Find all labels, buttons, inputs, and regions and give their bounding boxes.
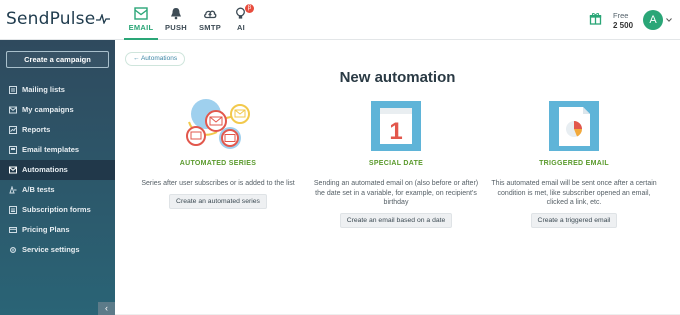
plan-count: 2 500 <box>613 21 634 30</box>
card-title: TRIGGERED EMAIL <box>539 160 609 167</box>
pulse-icon <box>96 14 111 24</box>
automated-series-card: AUTOMATED SERIES Series after user subsc… <box>135 98 301 209</box>
chevron-down-icon[interactable] <box>666 18 672 22</box>
sidebar-item-mailing-lists[interactable]: Mailing lists <box>0 80 115 100</box>
tab-smtp-label: SMTP <box>198 23 222 32</box>
card-description: Sending an automated email on (also befo… <box>313 180 479 206</box>
brand-name: SendPulse <box>6 9 96 29</box>
sidebar-item-label: Mailing lists <box>22 85 65 94</box>
plan-label: Free <box>613 11 629 20</box>
mailing-lists-icon <box>9 86 17 94</box>
sendpulse-logo[interactable]: SendPulse <box>6 9 111 29</box>
sidebar: Create a campaign Mailing lists My campa… <box>0 40 115 315</box>
sidebar-item-label: Service settings <box>22 245 80 254</box>
tab-push-label: PUSH <box>164 23 188 32</box>
tab-push[interactable]: PUSH <box>161 0 191 40</box>
tab-ai-label: AI <box>236 23 246 32</box>
main-content: ← Automations New automation AUTOMATED S… <box>115 40 680 315</box>
sidebar-item-automations[interactable]: Automations <box>0 160 115 180</box>
sidebar-item-service-settings[interactable]: Service settings <box>0 240 115 260</box>
sidebar-item-ab-tests[interactable]: A/B tests <box>0 180 115 200</box>
card-description: Series after user subscribes or is added… <box>141 180 295 187</box>
card-description: This automated email will be sent once a… <box>491 180 657 206</box>
triggered-email-illustration <box>549 101 599 151</box>
avatar[interactable]: A <box>643 10 663 30</box>
gift-icon[interactable] <box>589 12 602 25</box>
sidebar-item-label: Email templates <box>22 145 80 154</box>
top-header: SendPulse EMAIL PUSH SMTP β AI Free 2 50… <box>0 0 680 40</box>
bell-icon <box>171 8 181 20</box>
automated-series-illustration <box>186 99 250 149</box>
automations-icon <box>9 166 17 174</box>
tab-smtp[interactable]: SMTP <box>195 0 225 40</box>
campaigns-icon <box>9 106 17 114</box>
sidebar-item-my-campaigns[interactable]: My campaigns <box>0 100 115 120</box>
tab-ai[interactable]: β AI <box>228 0 254 40</box>
templates-icon <box>9 146 17 154</box>
settings-icon <box>9 246 17 254</box>
sidebar-item-subscription-forms[interactable]: Subscription forms <box>0 200 115 220</box>
reports-icon <box>9 126 17 134</box>
sidebar-item-reports[interactable]: Reports <box>0 120 115 140</box>
card-title: AUTOMATED SERIES <box>179 160 257 167</box>
sidebar-item-label: A/B tests <box>22 185 55 194</box>
create-triggered-email-button[interactable]: Create a triggered email <box>530 212 618 228</box>
sidebar-item-email-templates[interactable]: Email templates <box>0 140 115 160</box>
cloud-icon <box>204 10 217 19</box>
pricing-icon <box>9 227 17 233</box>
sidebar-item-label: Automations <box>22 165 68 174</box>
email-icon <box>134 7 148 20</box>
plan-info[interactable]: Free 2 500 <box>613 11 633 31</box>
back-to-automations-link[interactable]: ← Automations <box>125 52 186 66</box>
ab-tests-icon <box>9 186 17 194</box>
sidebar-collapse-button[interactable]: ‹ <box>98 302 115 315</box>
special-date-card: 1 SPECIAL DATE Sending an automated emai… <box>313 98 479 228</box>
triggered-email-card: TRIGGERED EMAIL This automated email wil… <box>491 98 657 228</box>
sidebar-item-label: Subscription forms <box>22 205 91 214</box>
card-title: SPECIAL DATE <box>368 160 424 167</box>
calendar-illustration: 1 <box>371 101 421 151</box>
calendar-day-number: 1 <box>389 118 402 145</box>
create-campaign-button[interactable]: Create a campaign <box>6 51 109 68</box>
page-title: New automation <box>339 69 456 86</box>
sidebar-item-label: Pricing Plans <box>22 225 70 234</box>
create-automated-series-button[interactable]: Create an automated series <box>169 193 267 209</box>
ai-beta-badge: β <box>245 4 254 13</box>
forms-icon <box>9 206 17 214</box>
sidebar-item-pricing-plans[interactable]: Pricing Plans <box>0 220 115 240</box>
sidebar-item-label: My campaigns <box>22 105 74 114</box>
sidebar-item-label: Reports <box>22 125 51 134</box>
tab-email[interactable]: EMAIL <box>124 0 158 40</box>
create-date-email-button[interactable]: Create an email based on a date <box>339 212 453 228</box>
tab-email-label: EMAIL <box>128 23 154 32</box>
